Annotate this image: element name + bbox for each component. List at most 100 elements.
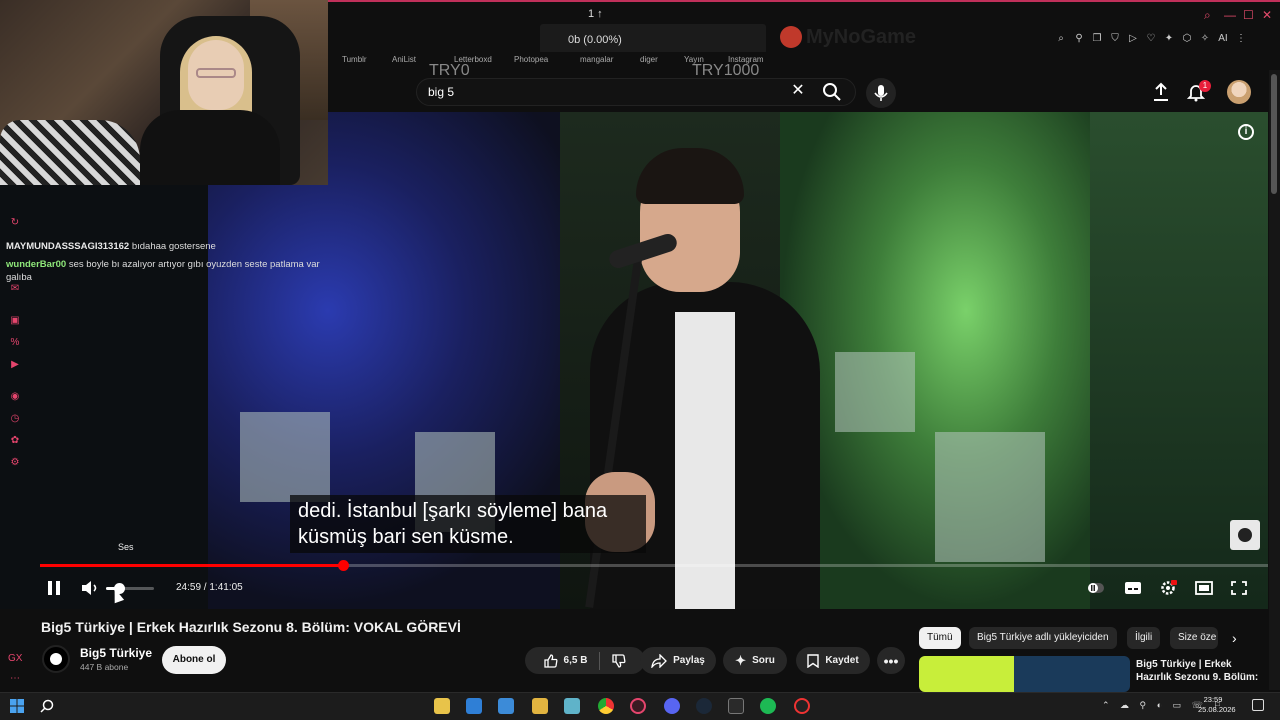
progress-fill (40, 564, 343, 567)
opera-gx-icon[interactable] (630, 698, 646, 714)
minimize-icon[interactable]: — (1224, 8, 1236, 22)
pause-icon[interactable] (46, 580, 62, 596)
like-button[interactable]: 6,5 B (543, 653, 587, 668)
calculator-icon[interactable] (498, 698, 514, 714)
theater-mode-icon[interactable] (1195, 580, 1213, 596)
webcam-shirt (140, 110, 280, 185)
refresh-icon[interactable]: ↻ (8, 216, 22, 230)
more-actions-button[interactable]: ••• (877, 647, 905, 674)
autoplay-toggle-icon[interactable] (1087, 580, 1105, 596)
mail-icon[interactable]: ✉ (8, 282, 22, 296)
chip-related[interactable]: İlgili (1127, 627, 1161, 649)
recommendation-thumbnail[interactable] (919, 656, 1130, 692)
ask-button[interactable]: ✦ Soru (723, 647, 787, 674)
store-icon[interactable] (434, 698, 450, 714)
chrome-icon[interactable] (598, 698, 614, 714)
chat-text: bıdahaa gostersene (131, 241, 216, 252)
like-divider (599, 651, 601, 670)
mynogame-logo-text: MyNoGame (806, 26, 917, 48)
pin-icon[interactable]: ⚲ (1073, 33, 1085, 44)
video-prop-box (935, 432, 1045, 562)
more-vert-icon[interactable]: ⋮ (1235, 33, 1247, 44)
clock-icon[interactable]: ◷ (8, 412, 22, 426)
send-icon[interactable]: ▷ (1127, 33, 1139, 44)
subtitle-line-1: dedi. İstanbul [şarkı söyleme] bana (298, 500, 608, 522)
channel-avatar[interactable] (42, 645, 70, 673)
share-button[interactable]: Paylaş (640, 647, 716, 674)
palette-icon[interactable]: ✿ (8, 434, 22, 448)
chat-message: MAYMUNDASSSAGI313162 bıdahaa gostersene (6, 240, 326, 253)
paint-icon[interactable] (564, 698, 580, 714)
extension-icon[interactable]: ✦ (1163, 33, 1175, 44)
bookmark-tumblr[interactable]: Tumblr (342, 55, 367, 64)
mail-app-icon[interactable] (466, 698, 482, 714)
heart-icon[interactable]: ♡ (1145, 33, 1157, 44)
volume-icon[interactable] (80, 580, 100, 596)
subscriber-count: 447 B abone (80, 662, 129, 672)
play-circle-icon[interactable]: ◉ (8, 390, 22, 404)
mic-icon (874, 85, 888, 101)
info-icon[interactable]: i (1238, 124, 1254, 140)
gx-icon[interactable]: GX (8, 652, 22, 666)
epic-games-icon[interactable] (728, 698, 744, 714)
more-horiz-icon[interactable]: ⋯ (8, 672, 22, 686)
ai-label[interactable]: AI (1217, 33, 1229, 44)
clear-search-icon[interactable]: ✕ (790, 83, 806, 99)
clock-date: 25.08.2026 (1198, 705, 1236, 714)
like-dislike-group: 6,5 B (525, 647, 645, 674)
discord-icon[interactable] (664, 698, 680, 714)
avatar[interactable] (1227, 80, 1251, 104)
scrollbar-thumb[interactable] (1271, 74, 1277, 194)
upload-icon[interactable] (1152, 82, 1170, 102)
chat-username[interactable]: wunderBar00 (6, 259, 66, 270)
zoom-icon[interactable]: ⌕ (1055, 33, 1067, 44)
sparkle-icon[interactable]: ✧ (1199, 33, 1211, 44)
thumbs-down-icon[interactable] (612, 653, 626, 668)
progress-scrubber[interactable] (338, 560, 349, 571)
obs-icon[interactable] (794, 698, 810, 714)
twitch-icon[interactable]: ▣ (8, 314, 22, 328)
subtitles-icon[interactable] (1124, 580, 1142, 596)
bookmark-anilist[interactable]: AniList (392, 55, 416, 64)
save-button[interactable]: Kaydet (796, 647, 870, 674)
webcam-glasses (196, 68, 236, 78)
windows-start-icon[interactable] (10, 699, 24, 713)
file-explorer-icon[interactable] (532, 698, 548, 714)
chip-all[interactable]: Tümü (919, 627, 961, 649)
settings-icon[interactable]: ⚙ (8, 456, 22, 470)
bookmark-mangalar[interactable]: mangalar (580, 55, 613, 64)
search-icon[interactable] (822, 82, 842, 102)
shield-icon[interactable]: ⛉ (1109, 33, 1121, 44)
taskbar-clock[interactable]: 23:59 25.08.2026 (1198, 695, 1236, 715)
close-window-icon[interactable]: ✕ (1262, 8, 1272, 22)
video-prop-box (835, 352, 915, 432)
download-value: 0b (0.00%) (568, 34, 622, 46)
maximize-icon[interactable]: ☐ (1243, 8, 1254, 22)
chip-for-you[interactable]: Size öze (1170, 627, 1218, 649)
notifications-center-icon[interactable] (1252, 699, 1264, 711)
search-window-icon[interactable]: ⌕ (1204, 8, 1211, 23)
channel-name[interactable]: Big5 Türkiye (80, 646, 152, 660)
bookmarks-bar: Tumblr AniList Letterboxd Photopea manga… (328, 52, 1280, 68)
chip-from-uploader[interactable]: Big5 Türkiye adlı yükleyiciden (969, 627, 1117, 649)
copy-icon[interactable]: ❐ (1091, 33, 1103, 44)
percent-icon[interactable]: % (8, 336, 22, 350)
spotify-icon[interactable] (760, 698, 776, 714)
steam-icon[interactable] (696, 698, 712, 714)
recommendation-title[interactable]: Big5 Türkiye | Erkek Hazırlık Sezonu 9. … (1136, 658, 1266, 684)
youtube-icon[interactable]: ▶ (8, 358, 22, 372)
channel-watermark[interactable] (1230, 520, 1260, 550)
fullscreen-icon[interactable] (1230, 580, 1248, 596)
bookmark-photopea[interactable]: Photopea (514, 55, 548, 64)
webcam-blanket (0, 120, 140, 185)
bookmark-diger[interactable]: diger (640, 55, 658, 64)
webcam-overlay (0, 0, 328, 185)
settings-gear-icon[interactable] (1159, 580, 1177, 596)
puzzle-icon[interactable]: ⬡ (1181, 33, 1193, 44)
chat-username[interactable]: MAYMUNDASSSAGI313162 (6, 241, 129, 252)
taskbar-search-icon[interactable] (40, 699, 54, 713)
subtitle-line-2: küsmüş bari sen küsme. (298, 526, 514, 548)
chevron-right-icon[interactable]: › (1232, 630, 1237, 646)
subscribe-button[interactable]: Abone ol (162, 646, 226, 674)
voice-search-button[interactable] (866, 78, 896, 108)
